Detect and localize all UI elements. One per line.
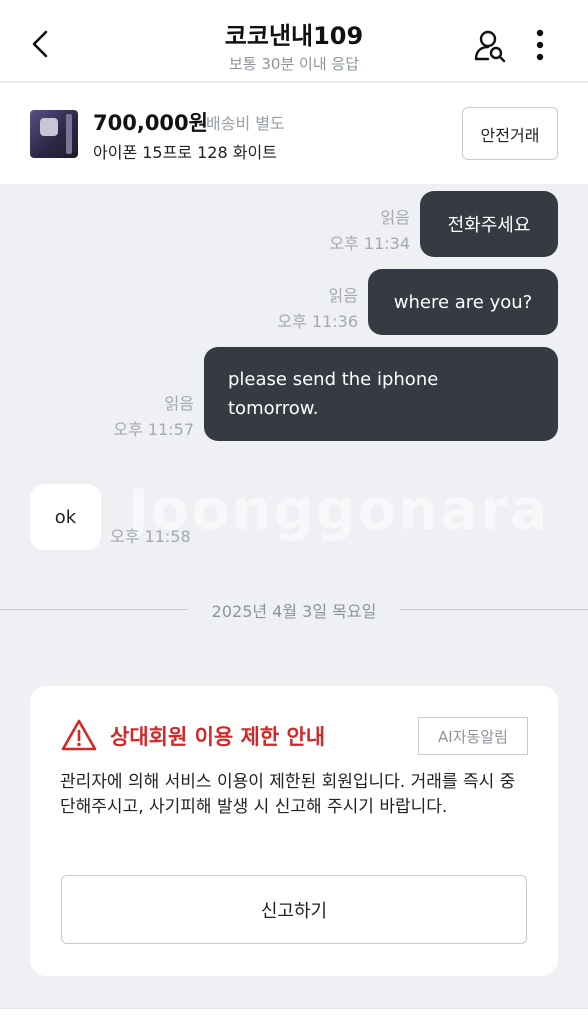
ai-notification-badge: AI자동알림 [418, 717, 528, 755]
message-bubble-outgoing[interactable]: please send the iphone tomorrow. [204, 347, 558, 441]
product-price: 700,000원 [93, 111, 208, 135]
more-options-button[interactable] [526, 28, 554, 64]
report-button[interactable]: 신고하기 [61, 875, 527, 944]
product-name: 아이폰 15프로 128 화이트 [93, 143, 277, 162]
divider-line [0, 609, 188, 610]
chat-header: 코코낸내109 보통 30분 이내 응답 [0, 0, 588, 82]
message-time: 오후 11:57 [113, 420, 194, 439]
product-thumbnail[interactable] [30, 110, 78, 158]
read-status: 읽음 [380, 208, 410, 227]
message-time: 오후 11:36 [277, 312, 358, 331]
message-meta: 읽음 오후 11:34 [300, 205, 410, 257]
date-divider: 2025년 4월 3일 목요일 [211, 602, 377, 621]
message-bubble-outgoing[interactable]: 전화주세요 [420, 191, 558, 257]
message-time: 오후 11:58 [110, 527, 191, 546]
message-bubble-outgoing[interactable]: where are you? [368, 269, 558, 335]
profile-search-button[interactable] [472, 28, 508, 64]
read-status: 읽음 [328, 286, 358, 305]
user-search-icon [474, 30, 506, 63]
message-time: 오후 11:34 [329, 234, 410, 253]
notice-title: 상대회원 이용 제한 안내 [110, 725, 326, 749]
message-meta: 읽음 오후 11:57 [84, 391, 194, 443]
restriction-notice-card: 상대회원 이용 제한 안내 AI자동알림 관리자에 의해 서비스 이용이 제한된… [30, 686, 558, 976]
input-bar [0, 1008, 588, 1024]
message-bubble-incoming[interactable]: ok [30, 484, 101, 550]
notice-body: 관리자에 의해 서비스 이용이 제한된 회원입니다. 거래를 즉시 중단해주시고… [60, 772, 516, 817]
divider-line [400, 609, 588, 610]
product-summary[interactable]: 700,000원 배송비 별도 아이폰 15프로 128 화이트 안전거래 [0, 83, 588, 184]
message-meta: 읽음 오후 11:36 [248, 283, 358, 335]
read-status: 읽음 [164, 394, 194, 413]
warning-icon [61, 719, 97, 751]
safe-trade-button[interactable]: 안전거래 [462, 107, 558, 160]
more-vertical-icon [536, 29, 544, 61]
shipping-note: 배송비 별도 [206, 114, 285, 133]
